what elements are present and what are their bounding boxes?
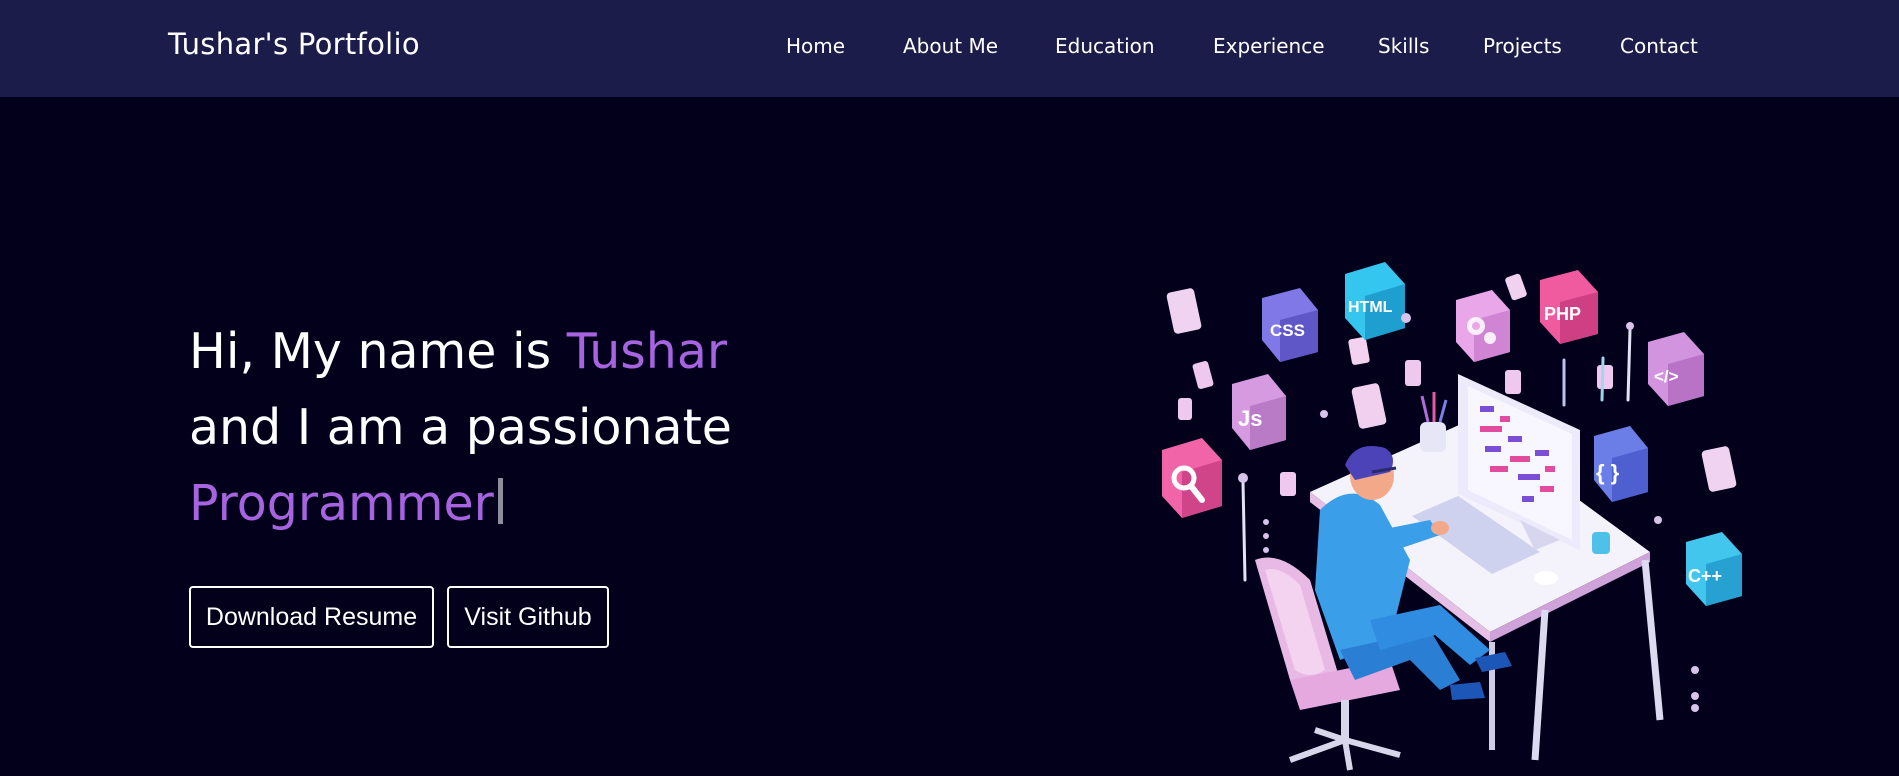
nav-home[interactable]: Home	[786, 34, 845, 58]
hero-line-3: Programmer	[189, 466, 732, 542]
nav-about-me[interactable]: About Me	[903, 34, 998, 58]
gear-tile-icon	[1456, 290, 1510, 362]
php-tile-label: PHP	[1544, 304, 1581, 324]
braces-tile-icon: { }	[1594, 426, 1648, 502]
typing-cursor	[497, 478, 503, 524]
pencil-holder	[1420, 392, 1448, 452]
nav-contact[interactable]: Contact	[1620, 34, 1698, 58]
nav-projects[interactable]: Projects	[1483, 34, 1562, 58]
visit-github-button[interactable]: Visit Github	[447, 586, 609, 648]
programmer-illustration: CSS HTML PHP </> Js { } C++	[1162, 262, 1742, 771]
nav-education[interactable]: Education	[1055, 34, 1155, 58]
search-tile-icon	[1162, 438, 1222, 518]
hero-line-1: Hi, My name is Tushar	[189, 314, 732, 390]
navbar: Tushar's Portfolio Home About Me Educati…	[0, 0, 1899, 97]
hero-heading: Hi, My name is Tushar and I am a passion…	[189, 314, 732, 542]
code-tile-label: </>	[1654, 367, 1679, 386]
hero-intro-text: Hi, My name is	[189, 323, 567, 380]
nav-skills[interactable]: Skills	[1378, 34, 1429, 58]
hero-line-2: and I am a passionate	[189, 399, 732, 456]
hero-role: Programmer	[189, 475, 494, 532]
js-tile-icon: Js	[1232, 374, 1286, 450]
braces-tile-label: { }	[1596, 460, 1620, 485]
mouse	[1534, 571, 1558, 585]
cpp-tile-icon: C++	[1686, 532, 1742, 606]
hero-name: Tushar	[566, 323, 728, 380]
html-tile-label: HTML	[1348, 299, 1393, 316]
nav-links: Home About Me Education Experience Skill…	[0, 34, 1899, 64]
js-tile-label: Js	[1238, 406, 1262, 431]
html-tile-icon: HTML	[1345, 262, 1405, 340]
code-tile-icon: </>	[1648, 332, 1704, 406]
download-resume-button[interactable]: Download Resume	[189, 586, 434, 648]
css-tile-label: CSS	[1270, 321, 1305, 340]
php-tile-icon: PHP	[1540, 270, 1598, 344]
css-tile-icon: CSS	[1262, 288, 1318, 362]
cpp-tile-label: C++	[1688, 566, 1722, 586]
nav-experience[interactable]: Experience	[1213, 34, 1325, 58]
coffee-cup	[1592, 532, 1610, 554]
